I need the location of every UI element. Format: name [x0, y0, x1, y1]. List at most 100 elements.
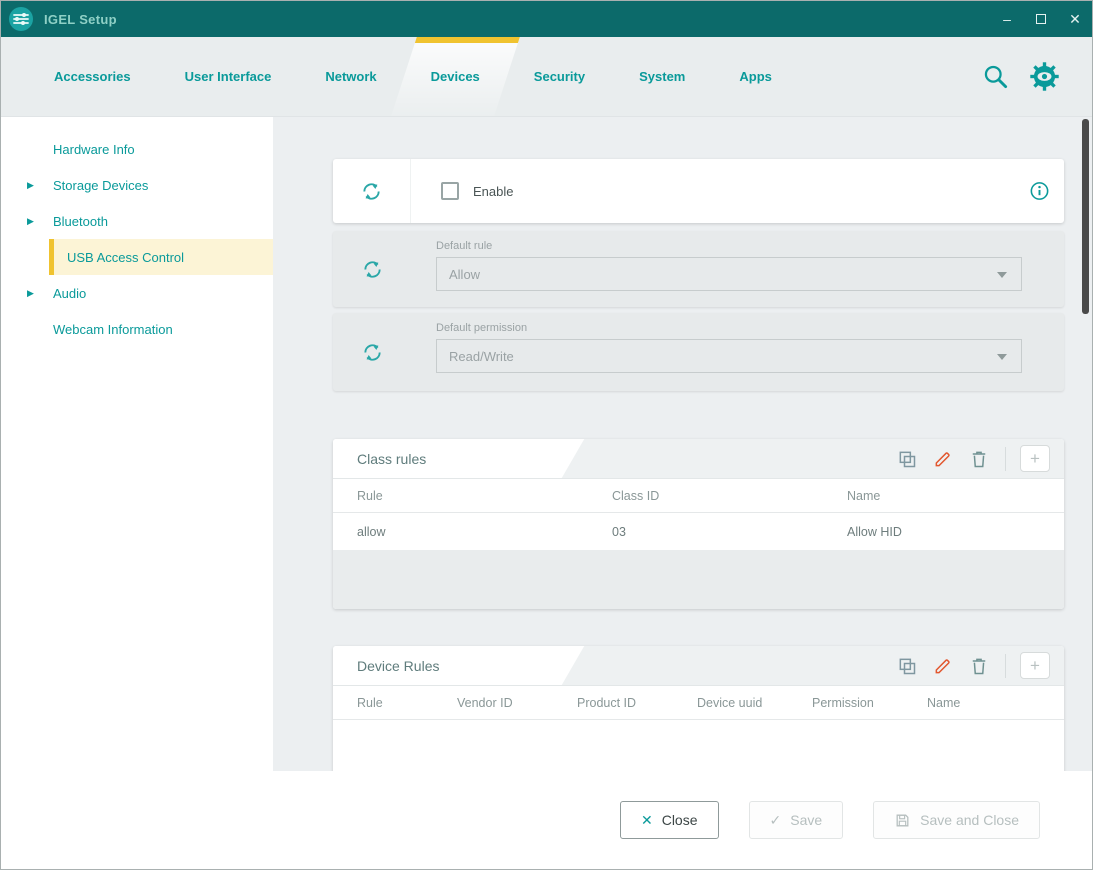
- tab-system[interactable]: System: [612, 37, 712, 116]
- info-icon[interactable]: [1029, 181, 1050, 202]
- save-floppy-icon: [894, 812, 911, 829]
- delete-icon[interactable]: [969, 449, 989, 469]
- class-rules-header: Class rules +: [333, 439, 1064, 479]
- sync-icon: [361, 341, 384, 364]
- expand-arrow-icon[interactable]: ▶: [27, 216, 34, 227]
- tab-security[interactable]: Security: [507, 37, 612, 116]
- tabs: Accessories User Interface Network Devic…: [27, 37, 799, 116]
- sidebar-item-label: Storage Devices: [53, 178, 148, 193]
- class-rules-actions: +: [881, 445, 1064, 472]
- tab-devices[interactable]: Devices: [404, 37, 507, 116]
- sidebar-item-usb-access-control[interactable]: USB Access Control: [49, 239, 273, 275]
- sidebar-item-webcam-information[interactable]: Webcam Information: [1, 311, 273, 347]
- device-rules-title: Device Rules: [357, 658, 439, 674]
- tab-apps[interactable]: Apps: [712, 37, 799, 116]
- tab-label: Network: [325, 69, 376, 84]
- footer-bar: ✕ Close ✓ Save Save and Close: [273, 771, 1092, 869]
- tab-label: Devices: [431, 69, 480, 84]
- expand-arrow-icon[interactable]: ▶: [27, 288, 34, 299]
- edit-icon[interactable]: [933, 656, 953, 676]
- expand-arrow-icon[interactable]: ▶: [27, 180, 34, 191]
- tab-label: Apps: [739, 69, 772, 84]
- window-controls: – ✕: [990, 1, 1092, 37]
- maximize-button[interactable]: [1024, 1, 1058, 37]
- edit-icon[interactable]: [933, 449, 953, 469]
- add-class-rule-button[interactable]: +: [1020, 445, 1050, 472]
- device-rules-actions: +: [881, 652, 1064, 679]
- sidebar-item-label: Webcam Information: [53, 322, 173, 337]
- close-x-icon: ✕: [641, 812, 653, 829]
- device-rules-header: Device Rules +: [333, 646, 1064, 686]
- reset-default-rule-button[interactable]: [333, 231, 411, 307]
- check-icon: ✓: [770, 812, 782, 829]
- tab-label: Security: [534, 69, 585, 84]
- scrollbar-thumb[interactable]: [1082, 119, 1089, 314]
- sidebar-item-bluetooth[interactable]: ▶ Bluetooth: [1, 203, 273, 239]
- column-header-name: Name: [927, 696, 1064, 710]
- divider: [1005, 654, 1006, 678]
- close-window-button[interactable]: ✕: [1058, 1, 1092, 37]
- default-rule-value: Allow: [449, 267, 480, 282]
- save-and-close-button[interactable]: Save and Close: [873, 801, 1040, 839]
- table-row[interactable]: allow 03 Allow HID: [333, 513, 1064, 551]
- class-rules-empty-area: [333, 551, 1064, 609]
- add-device-rule-button[interactable]: +: [1020, 652, 1050, 679]
- class-rules-card: Class rules + Rule Class ID Name allow: [333, 439, 1064, 609]
- search-icon[interactable]: [982, 63, 1009, 90]
- enable-label: Enable: [473, 184, 513, 199]
- close-button-label: Close: [662, 812, 698, 828]
- settings-content: Enable Default rule Allow: [273, 117, 1092, 771]
- close-button[interactable]: ✕ Close: [620, 801, 719, 839]
- minimize-button[interactable]: –: [990, 1, 1024, 37]
- save-button[interactable]: ✓ Save: [749, 801, 844, 839]
- column-header-device-uuid: Device uuid: [697, 696, 812, 710]
- tab-network[interactable]: Network: [298, 37, 403, 116]
- scrollbar[interactable]: [1080, 117, 1092, 771]
- sidebar-item-label: Hardware Info: [53, 142, 135, 157]
- device-rules-table-header: Rule Vendor ID Product ID Device uuid Pe…: [333, 686, 1064, 720]
- app-window: IGEL Setup – ✕ Accessories User Interfac…: [0, 0, 1093, 870]
- chevron-down-icon: [997, 272, 1007, 278]
- igel-logo-icon: [8, 6, 34, 32]
- sidebar-item-label: Audio: [53, 286, 86, 301]
- titlebar: IGEL Setup – ✕: [1, 1, 1092, 37]
- enable-checkbox[interactable]: [441, 182, 459, 200]
- column-header-permission: Permission: [812, 696, 927, 710]
- default-rule-field: Default rule Allow: [411, 231, 1064, 307]
- save-button-label: Save: [790, 812, 822, 828]
- sidebar-item-label: Bluetooth: [53, 214, 108, 229]
- sidebar-item-storage-devices[interactable]: ▶ Storage Devices: [1, 167, 273, 203]
- tabbar-icons: [982, 37, 1092, 116]
- tab-user-interface[interactable]: User Interface: [158, 37, 299, 116]
- default-permission-value: Read/Write: [449, 349, 514, 364]
- delete-icon[interactable]: [969, 656, 989, 676]
- copy-icon[interactable]: [897, 656, 917, 676]
- cell-name: Allow HID: [847, 525, 1064, 539]
- copy-icon[interactable]: [897, 449, 917, 469]
- default-permission-label: Default permission: [436, 322, 1022, 334]
- column-header-name: Name: [847, 489, 1064, 503]
- default-permission-select[interactable]: Read/Write: [436, 339, 1022, 373]
- sidebar-item-audio[interactable]: ▶ Audio: [1, 275, 273, 311]
- enable-row: Enable: [441, 159, 513, 223]
- window-title: IGEL Setup: [44, 12, 117, 27]
- tab-accessories[interactable]: Accessories: [27, 37, 158, 116]
- default-rule-card: Default rule Allow: [333, 231, 1064, 307]
- gear-eye-icon[interactable]: [1029, 61, 1060, 92]
- chevron-down-icon: [997, 354, 1007, 360]
- reset-default-permission-button[interactable]: [333, 313, 411, 391]
- default-rule-select[interactable]: Allow: [436, 257, 1022, 291]
- sidebar-item-hardware-info[interactable]: Hardware Info: [1, 131, 273, 167]
- cell-rule: allow: [357, 525, 612, 539]
- maximize-icon: [1036, 14, 1046, 24]
- divider: [1005, 447, 1006, 471]
- reset-enable-button[interactable]: [333, 159, 411, 223]
- class-rules-table-header: Rule Class ID Name: [333, 479, 1064, 513]
- device-rules-card: Device Rules + Rule Vendor ID Product ID…: [333, 646, 1064, 771]
- cell-class-id: 03: [612, 525, 847, 539]
- save-and-close-button-label: Save and Close: [920, 812, 1019, 828]
- sidebar-item-label: USB Access Control: [67, 250, 184, 265]
- default-permission-field: Default permission Read/Write: [411, 313, 1064, 391]
- sync-icon: [361, 258, 384, 281]
- column-header-rule: Rule: [357, 489, 612, 503]
